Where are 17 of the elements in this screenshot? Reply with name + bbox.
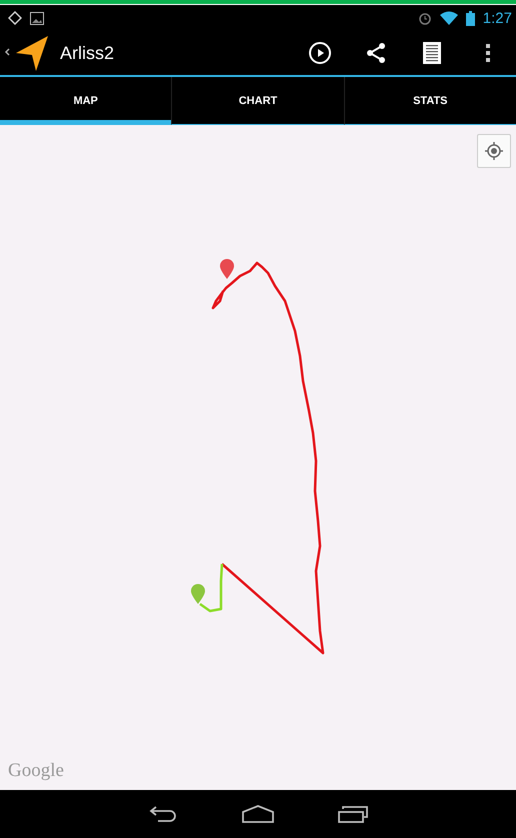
- share-icon: [365, 42, 387, 64]
- my-location-button[interactable]: [477, 134, 511, 168]
- image-icon: [30, 12, 44, 24]
- overflow-menu-icon: [485, 43, 491, 63]
- track-title: Arliss2: [60, 42, 116, 64]
- battery-icon: [466, 10, 475, 26]
- map-attribution: Google: [8, 760, 64, 782]
- list-icon: [423, 42, 441, 64]
- play-icon: [308, 41, 332, 65]
- status-time: 1:27: [482, 10, 512, 26]
- tab[interactable]: CHART: [171, 77, 344, 125]
- app-logo-icon[interactable]: [2, 33, 50, 73]
- crosshair-icon: [484, 141, 504, 161]
- gps-icon: [8, 11, 22, 25]
- alarm-icon: [418, 11, 432, 25]
- tab[interactable]: STATS: [344, 77, 516, 125]
- wifi-icon: [440, 11, 458, 25]
